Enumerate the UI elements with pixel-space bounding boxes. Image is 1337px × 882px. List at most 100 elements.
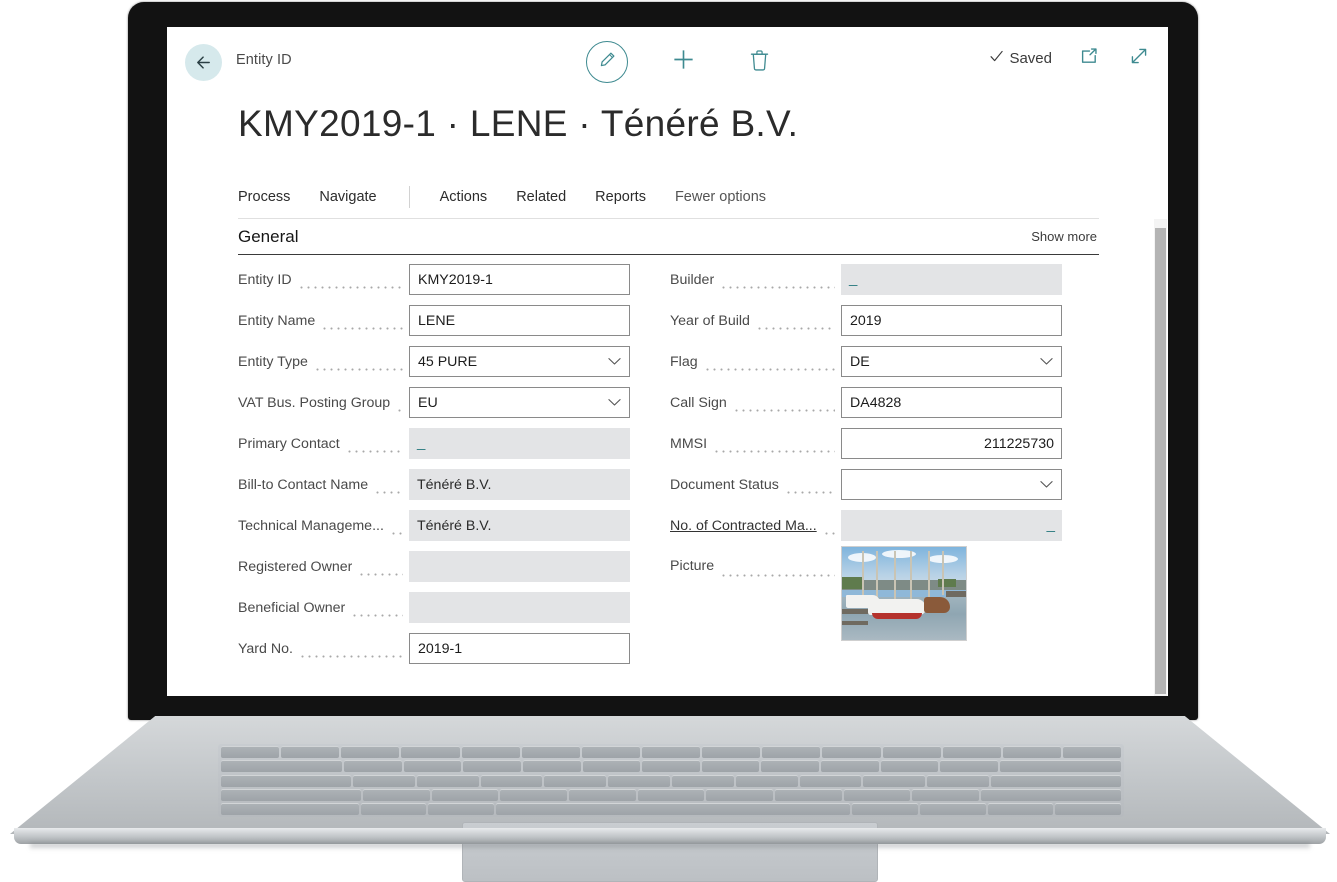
- dot-leader: [784, 483, 835, 494]
- ribbon-item-actions[interactable]: Actions: [440, 189, 488, 205]
- field-control: _: [841, 510, 1062, 541]
- field-control: LENE: [409, 305, 630, 336]
- call-sign-input[interactable]: DA4828: [841, 387, 1062, 418]
- field-label: Yard No.: [238, 640, 293, 657]
- checkmark-icon: [989, 49, 1004, 68]
- field-control: _: [841, 264, 1062, 295]
- field-control: 2019-1: [409, 633, 630, 664]
- back-button[interactable]: [185, 44, 222, 81]
- dot-leader: [358, 565, 403, 576]
- open-in-new-window-button[interactable]: [1076, 45, 1102, 71]
- field-label: Entity Type: [238, 353, 308, 370]
- field-flag: Flag DE: [670, 341, 1062, 382]
- field-year-of-build: Year of Build 2019: [670, 300, 1062, 341]
- field-control: KMY2019-1: [409, 264, 630, 295]
- entity-type-select[interactable]: 45 PURE: [409, 346, 630, 377]
- field-control: Ténéré B.V.: [409, 469, 630, 500]
- field-label: Builder: [670, 271, 715, 288]
- laptop-mockup: Entity ID Saved KMY2019-1 · LENE · Ténér…: [0, 0, 1337, 882]
- action-ribbon: Process Navigate Actions Related Reports…: [238, 175, 1099, 219]
- field-entity-type: Entity Type 45 PURE: [238, 341, 630, 382]
- year-of-build-input[interactable]: 2019: [841, 305, 1062, 336]
- ribbon-item-reports[interactable]: Reports: [595, 189, 646, 205]
- expand-fullscreen-button[interactable]: [1126, 45, 1152, 71]
- form-column-left: Entity ID KMY2019-1 Entity Name LENE Ent…: [238, 259, 630, 669]
- mmsi-input[interactable]: 211225730: [841, 428, 1062, 459]
- dot-leader: [298, 647, 403, 658]
- vat-bus-posting-group-select[interactable]: EU: [409, 387, 630, 418]
- open-in-new-window-icon: [1079, 46, 1099, 71]
- dot-leader: [351, 606, 403, 617]
- plus-new-icon: [671, 47, 696, 77]
- field-control: DA4828: [841, 387, 1062, 418]
- scrollbar-thumb[interactable]: [1155, 228, 1166, 694]
- status-and-window-actions: Saved: [989, 45, 1152, 71]
- field-picture: Picture: [670, 546, 1062, 656]
- entity-id-input[interactable]: KMY2019-1: [409, 264, 630, 295]
- builder-input[interactable]: _: [841, 264, 1062, 295]
- dot-leader: [313, 360, 403, 371]
- dot-leader: [720, 278, 835, 289]
- field-yard-no: Yard No. 2019-1: [238, 628, 630, 669]
- field-label: Document Status: [670, 476, 779, 493]
- field-control: [409, 551, 630, 582]
- ribbon-item-navigate[interactable]: Navigate: [319, 189, 376, 205]
- field-label: Entity ID: [238, 271, 292, 288]
- field-entity-id: Entity ID KMY2019-1: [238, 259, 630, 300]
- saved-label: Saved: [1009, 49, 1052, 67]
- document-status-select[interactable]: [841, 469, 1062, 500]
- field-primary-contact: Primary Contact _: [238, 423, 630, 464]
- dot-leader: [374, 483, 403, 494]
- picture-thumbnail[interactable]: [841, 546, 967, 641]
- field-label-link[interactable]: No. of Contracted Ma...: [670, 518, 817, 534]
- dot-leader: [713, 442, 835, 453]
- flag-select[interactable]: DE: [841, 346, 1062, 377]
- field-label: Beneficial Owner: [238, 599, 346, 616]
- field-beneficial-owner: Beneficial Owner: [238, 587, 630, 628]
- form-column-right: Builder _ Year of Build 2019 Flag DE Cal…: [670, 259, 1062, 656]
- dot-leader: [732, 401, 835, 412]
- dot-leader: [321, 319, 403, 330]
- yard-no-input[interactable]: 2019-1: [409, 633, 630, 664]
- technical-management-value: Ténéré B.V.: [409, 510, 630, 541]
- field-builder: Builder _: [670, 259, 1062, 300]
- field-control: [841, 469, 1062, 500]
- no-of-contracted-manning-value[interactable]: _: [841, 510, 1062, 541]
- primary-contact-input[interactable]: _: [409, 428, 630, 459]
- laptop-keyboard: [218, 744, 1124, 817]
- registered-owner-value: [409, 551, 630, 582]
- field-entity-name: Entity Name LENE: [238, 300, 630, 341]
- field-technical-management: Technical Manageme... Ténéré B.V.: [238, 505, 630, 546]
- field-control: [841, 546, 1062, 641]
- field-label: Call Sign: [670, 394, 727, 411]
- field-control: DE: [841, 346, 1062, 377]
- field-document-status: Document Status: [670, 464, 1062, 505]
- field-control: 211225730: [841, 428, 1062, 459]
- delete-button[interactable]: [737, 40, 781, 84]
- trash-delete-icon: [749, 49, 770, 76]
- dot-leader: [396, 401, 403, 412]
- new-button[interactable]: [661, 40, 705, 84]
- ribbon-item-related[interactable]: Related: [516, 189, 566, 205]
- field-label: Registered Owner: [238, 558, 353, 575]
- field-label: Primary Contact: [238, 435, 340, 452]
- beneficial-owner-value: [409, 592, 630, 623]
- field-mmsi: MMSI 211225730: [670, 423, 1062, 464]
- bill-to-contact-name-value: Ténéré B.V.: [409, 469, 630, 500]
- breadcrumb[interactable]: Entity ID: [236, 52, 292, 68]
- saved-status: Saved: [989, 49, 1052, 68]
- show-more-link[interactable]: Show more: [1031, 229, 1099, 244]
- empty-value-dash: _: [1046, 516, 1055, 533]
- ribbon-item-fewer-options[interactable]: Fewer options: [675, 189, 766, 205]
- edit-button[interactable]: [585, 40, 629, 84]
- dot-leader: [297, 278, 403, 289]
- field-control: Ténéré B.V.: [409, 510, 630, 541]
- section-title: General: [238, 226, 299, 246]
- business-central-page: Entity ID Saved KMY2019-1 · LENE · Ténér…: [167, 27, 1168, 696]
- empty-value-dash: _: [849, 270, 858, 287]
- ribbon-item-process[interactable]: Process: [238, 189, 290, 205]
- field-label: Flag: [670, 353, 698, 370]
- field-registered-owner: Registered Owner: [238, 546, 630, 587]
- entity-name-input[interactable]: LENE: [409, 305, 630, 336]
- vertical-scrollbar[interactable]: [1154, 219, 1167, 696]
